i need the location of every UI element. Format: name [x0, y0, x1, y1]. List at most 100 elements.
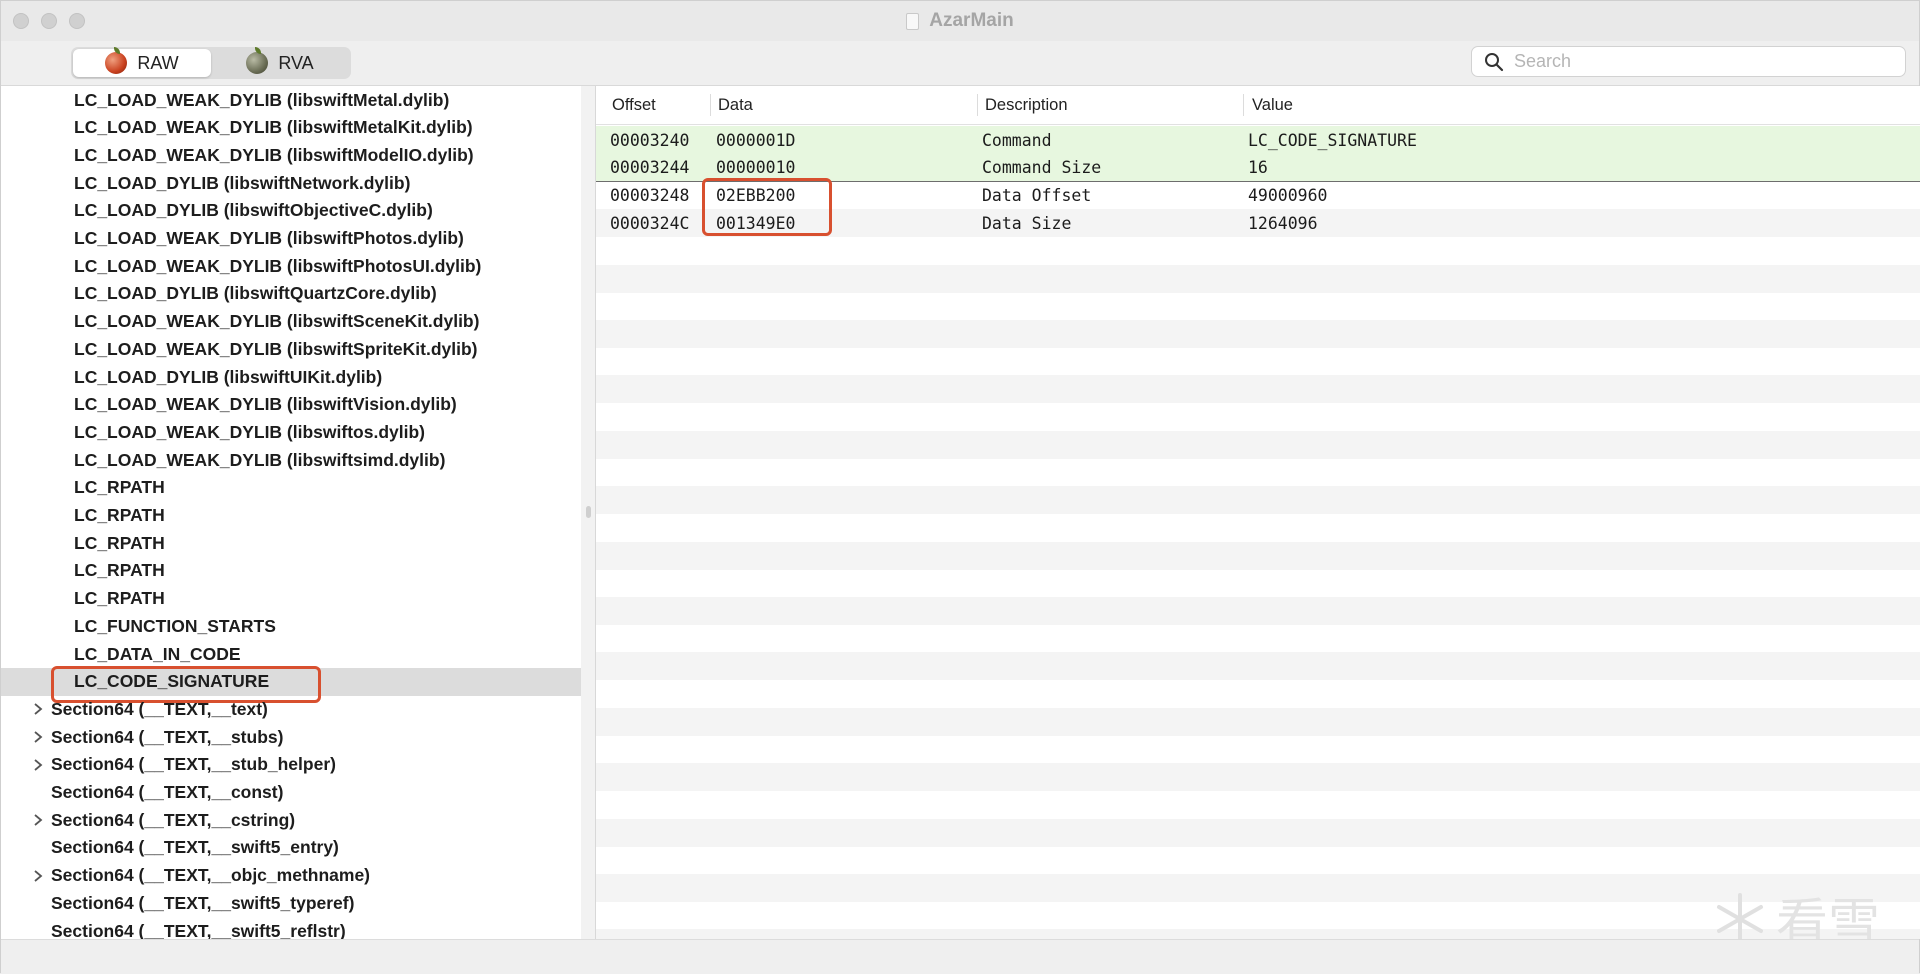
empty-table-row: [596, 596, 1920, 625]
tree-item[interactable]: LC_RPATH: [1, 474, 581, 502]
tree-item[interactable]: LC_CODE_SIGNATURE: [1, 667, 581, 696]
tree-item[interactable]: Section64 (__TEXT,__stub_helper): [1, 751, 581, 779]
empty-table-row: [596, 237, 1920, 265]
column-header-description[interactable]: Description: [985, 86, 1068, 125]
tree-item[interactable]: LC_RPATH: [1, 557, 581, 585]
tree-item[interactable]: LC_LOAD_DYLIB (libswiftQuartzCore.dylib): [1, 280, 581, 308]
raw-mode-button[interactable]: RAW: [73, 47, 211, 77]
tree-item[interactable]: LC_LOAD_WEAK_DYLIB (libswiftSpriteKit.dy…: [1, 335, 581, 363]
column-separator[interactable]: [710, 94, 711, 116]
offset-cell: 00003248: [610, 185, 690, 205]
tree-item[interactable]: LC_LOAD_WEAK_DYLIB (libswiftPhotosUI.dyl…: [1, 252, 581, 280]
main-window: AzarMain RAW RVA LC_LOAD_WEAK_DYLIB (lib…: [0, 0, 1920, 974]
chevron-right-icon[interactable]: [31, 869, 45, 883]
chevron-right-icon[interactable]: [31, 758, 45, 772]
address-mode-segmented-control: RAW RVA: [71, 47, 351, 79]
tree-item-label: LC_LOAD_WEAK_DYLIB (libswiftsimd.dylib): [74, 449, 446, 470]
highlight-separator-line: [596, 181, 1920, 182]
tree-item[interactable]: Section64 (__TEXT,__swift5_entry): [1, 834, 581, 862]
empty-table-row: [596, 846, 1920, 874]
tree-item[interactable]: LC_RPATH: [1, 502, 581, 530]
tree-item-label: LC_RPATH: [74, 560, 165, 581]
search-input[interactable]: [1512, 50, 1896, 73]
tree-item-label: Section64 (__TEXT,__swift5_reflstr): [51, 920, 346, 940]
tree-item[interactable]: Section64 (__TEXT,__cstring): [1, 806, 581, 834]
column-header-value[interactable]: Value: [1252, 86, 1293, 125]
toolbar: RAW RVA: [1, 41, 1919, 86]
tree-item[interactable]: Section64 (__TEXT,__swift5_typeref): [1, 889, 581, 917]
tree-item[interactable]: LC_LOAD_WEAK_DYLIB (libswiftPhotos.dylib…: [1, 225, 581, 253]
tree-item-label: LC_DATA_IN_CODE: [74, 643, 241, 664]
window-title: AzarMain: [1, 1, 1919, 41]
tree-item[interactable]: LC_RPATH: [1, 585, 581, 613]
empty-table-row: [596, 486, 1920, 515]
tree-item-label: Section64 (__TEXT,__text): [51, 698, 268, 719]
tree-item[interactable]: Section64 (__TEXT,__text): [1, 695, 581, 723]
rva-mode-button[interactable]: RVA: [211, 47, 349, 77]
divider-grip[interactable]: [586, 506, 591, 518]
tree-item-label: LC_LOAD_WEAK_DYLIB (libswiftMetal.dylib): [74, 89, 450, 110]
empty-table-row: [596, 375, 1920, 404]
column-header-data[interactable]: Data: [718, 86, 753, 125]
tree-item[interactable]: LC_LOAD_WEAK_DYLIB (libswiftModelIO.dyli…: [1, 141, 581, 169]
tree-item-label: Section64 (__TEXT,__swift5_typeref): [51, 892, 355, 913]
tree-item[interactable]: LC_LOAD_WEAK_DYLIB (libswiftos.dylib): [1, 418, 581, 446]
status-bar: [1, 939, 1919, 974]
empty-table-row: [596, 541, 1920, 570]
tree-item[interactable]: LC_LOAD_WEAK_DYLIB (libswiftMetalKit.dyl…: [1, 114, 581, 142]
column-header-offset[interactable]: Offset: [612, 86, 656, 125]
empty-table-row: [596, 292, 1920, 320]
table-row[interactable]: 00003240 0000001D Command LC_CODE_SIGNATURE: [596, 126, 1920, 154]
window-title-text: AzarMain: [929, 10, 1014, 31]
table-row[interactable]: 00003248 02EBB200 Data Offset 49000960: [596, 181, 1920, 209]
empty-table-row: [596, 348, 1920, 376]
apple-red-icon: [105, 47, 128, 74]
tree-item[interactable]: Section64 (__TEXT,__objc_methname): [1, 862, 581, 890]
tree-item-label: LC_LOAD_DYLIB (libswiftObjectiveC.dylib): [74, 200, 433, 221]
tree-item[interactable]: LC_LOAD_WEAK_DYLIB (libswiftsimd.dylib): [1, 446, 581, 474]
tree-item[interactable]: Section64 (__TEXT,__const): [1, 779, 581, 807]
document-icon: [906, 12, 920, 30]
empty-table-row: [596, 791, 1920, 819]
tree-item-label: LC_LOAD_WEAK_DYLIB (libswiftVision.dylib…: [74, 394, 457, 415]
empty-table-row: [596, 625, 1920, 653]
description-cell: Data Offset: [982, 185, 1092, 205]
tree-item-label: LC_LOAD_WEAK_DYLIB (libswiftPhotos.dylib…: [74, 228, 464, 248]
raw-mode-label: RAW: [137, 52, 179, 73]
title-bar: AzarMain: [1, 1, 1919, 41]
table-row[interactable]: 00003244 00000010 Command Size 16: [596, 153, 1920, 182]
tree-item[interactable]: Section64 (__TEXT,__stubs): [1, 723, 581, 751]
empty-table-row: [596, 319, 1920, 348]
tree-item[interactable]: LC_LOAD_WEAK_DYLIB (libswiftSceneKit.dyl…: [1, 308, 581, 336]
tree-item[interactable]: LC_RPATH: [1, 529, 581, 557]
tree-item[interactable]: LC_DATA_IN_CODE: [1, 640, 581, 668]
column-separator[interactable]: [977, 94, 978, 116]
chevron-right-icon[interactable]: [31, 813, 45, 827]
tree-item[interactable]: LC_LOAD_DYLIB (libswiftUIKit.dylib): [1, 363, 581, 391]
tree-item-label: LC_LOAD_WEAK_DYLIB (libswiftSpriteKit.dy…: [74, 338, 478, 359]
tree-item[interactable]: LC_LOAD_DYLIB (libswiftObjectiveC.dylib): [1, 197, 581, 225]
watermark-text: 看雪: [1776, 895, 1881, 939]
table-row[interactable]: 0000324C 001349E0 Data Size 1264096: [596, 209, 1920, 238]
table-header: Offset Data Description Value: [596, 86, 1920, 125]
tree-item[interactable]: LC_LOAD_DYLIB (libswiftNetwork.dylib): [1, 169, 581, 197]
tree-item[interactable]: LC_LOAD_WEAK_DYLIB (libswiftMetal.dylib): [1, 86, 581, 114]
tree-item[interactable]: LC_LOAD_WEAK_DYLIB (libswiftVision.dylib…: [1, 391, 581, 419]
data-cell: 001349E0: [716, 213, 796, 233]
tree-item[interactable]: LC_FUNCTION_STARTS: [1, 612, 581, 640]
tree-item[interactable]: Section64 (__TEXT,__swift5_reflstr): [1, 917, 581, 940]
data-cell: 02EBB200: [716, 185, 796, 205]
value-cell: LC_CODE_SIGNATURE: [1248, 130, 1417, 150]
offset-cell: 00003244: [610, 158, 690, 178]
search-field[interactable]: [1471, 46, 1906, 77]
empty-table-row: [596, 514, 1920, 542]
chevron-right-icon[interactable]: [31, 730, 45, 744]
table-body: 00003240 0000001D Command LC_CODE_SIGNATURE…: [596, 126, 1920, 939]
offset-cell: 0000324C: [610, 213, 690, 233]
snowflake-icon: [1717, 892, 1763, 939]
empty-table-row: [596, 264, 1920, 293]
chevron-right-icon[interactable]: [31, 702, 45, 716]
tree-item-label: LC_RPATH: [74, 588, 165, 609]
apple-grey-icon: [246, 47, 269, 74]
column-separator[interactable]: [1243, 94, 1244, 116]
